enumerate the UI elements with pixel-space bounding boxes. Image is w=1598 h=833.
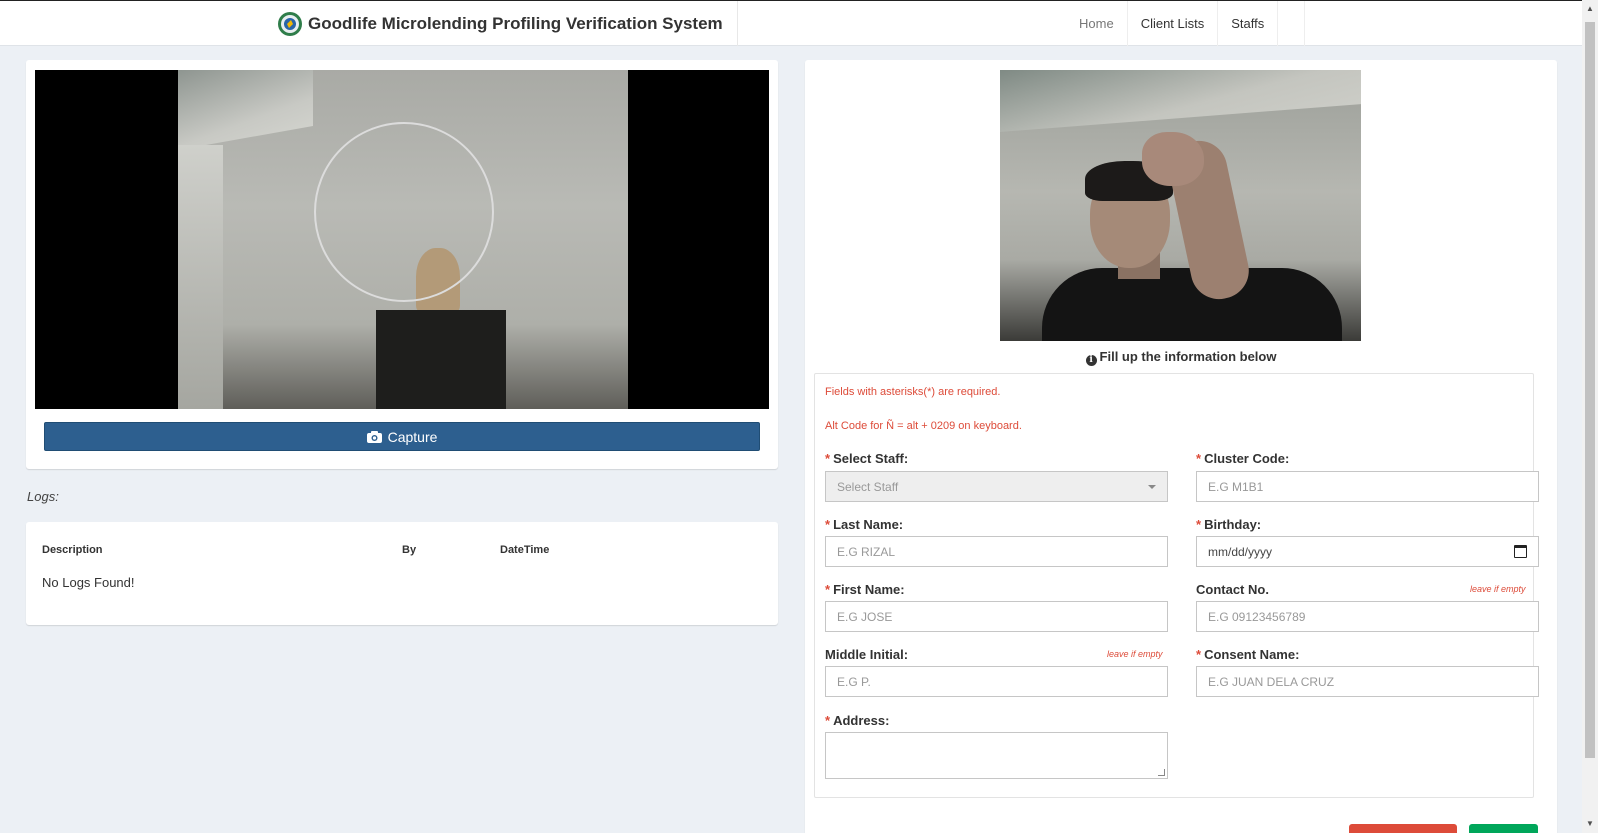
logs-header-by: By [402, 544, 417, 556]
nav-home[interactable]: Home [1066, 1, 1127, 46]
last-name-label: * Last Name: [825, 517, 904, 532]
info-icon: i [1085, 355, 1097, 366]
contact-no-input[interactable]: E.G 09123456789 [1196, 601, 1539, 632]
form-heading: i Fill up the information below [805, 349, 1557, 366]
birthday-label: * Birthday: [1196, 517, 1262, 532]
contact-no-label: Contact No. [1196, 582, 1269, 597]
first-name-input[interactable]: E.G JOSE [825, 601, 1168, 632]
page-scrollbar[interactable]: ▲ ▼ [1582, 0, 1598, 833]
brand-logo-icon [278, 11, 302, 36]
cluster-code-input[interactable]: E.G M1B1 [1196, 471, 1539, 502]
logs-header-description: Description [42, 544, 103, 556]
first-name-label: * First Name: [825, 582, 905, 597]
birthday-input[interactable]: mm/dd/yyyy [1196, 536, 1539, 567]
client-form: Fields with asterisks(*) are required. A… [814, 373, 1539, 798]
app-title: Goodlife Microlending Profiling Verifica… [308, 13, 723, 33]
client-form-panel: i Fill up the information below Fields wi… [805, 60, 1557, 833]
middle-initial-label: Middle Initial: [825, 647, 909, 662]
cluster-code-label: * Cluster Code: [1196, 451, 1290, 466]
last-name-input[interactable]: E.G RIZAL [825, 536, 1168, 567]
resize-grip-icon[interactable] [1158, 769, 1165, 776]
consent-name-label: * Consent Name: [1196, 647, 1300, 662]
save-button[interactable] [1469, 824, 1538, 833]
logs-label: Logs: [27, 489, 59, 504]
form-heading-text: Fill up the information below [1099, 349, 1277, 364]
nav-staffs[interactable]: Staffs [1217, 1, 1277, 46]
scroll-thumb[interactable] [1585, 22, 1595, 758]
main-nav: Home Client Lists Staffs [1066, 1, 1306, 46]
address-textarea[interactable] [825, 732, 1168, 779]
middle-initial-input[interactable]: E.G P. [825, 666, 1168, 697]
scroll-up-arrow-icon[interactable]: ▲ [1582, 1, 1598, 17]
face-guide-circle [314, 122, 494, 302]
logs-table: Description By DateTime No Logs Found! [26, 522, 778, 625]
middle-initial-hint: leave if empty [1107, 649, 1163, 659]
brand[interactable]: Goodlife Microlending Profiling Verifica… [277, 1, 738, 46]
staff-select[interactable]: Select Staff [825, 471, 1168, 502]
logs-empty-message: No Logs Found! [42, 575, 135, 590]
camera-icon [366, 430, 382, 443]
camera-panel: Capture [26, 60, 778, 469]
address-label: * Address: [825, 713, 890, 728]
staff-select-value: Select Staff [837, 479, 899, 494]
required-note: Fields with asterisks(*) are required. [825, 386, 1001, 398]
cancel-button[interactable] [1349, 824, 1457, 833]
scroll-down-arrow-icon[interactable]: ▼ [1582, 816, 1598, 832]
webcam-feed [35, 70, 769, 409]
capture-button-label: Capture [387, 428, 438, 445]
top-navbar: Goodlife Microlending Profiling Verifica… [0, 0, 1582, 46]
captured-photo [1000, 70, 1361, 341]
chevron-down-icon [1148, 484, 1156, 489]
consent-name-input[interactable]: E.G JUAN DELA CRUZ [1196, 666, 1539, 697]
birthday-value: mm/dd/yyyy [1208, 544, 1273, 559]
alt-code-note: Alt Code for Ñ = alt + 0209 on keyboard. [825, 420, 1022, 432]
nav-extra-item[interactable] [1277, 1, 1306, 46]
nav-client-lists[interactable]: Client Lists [1126, 1, 1218, 46]
contact-no-hint: leave if empty [1470, 584, 1526, 594]
capture-button[interactable]: Capture [44, 422, 760, 451]
staff-label: * Select Staff: [825, 451, 909, 466]
calendar-icon[interactable] [1514, 545, 1527, 558]
logs-header-datetime: DateTime [500, 544, 550, 556]
